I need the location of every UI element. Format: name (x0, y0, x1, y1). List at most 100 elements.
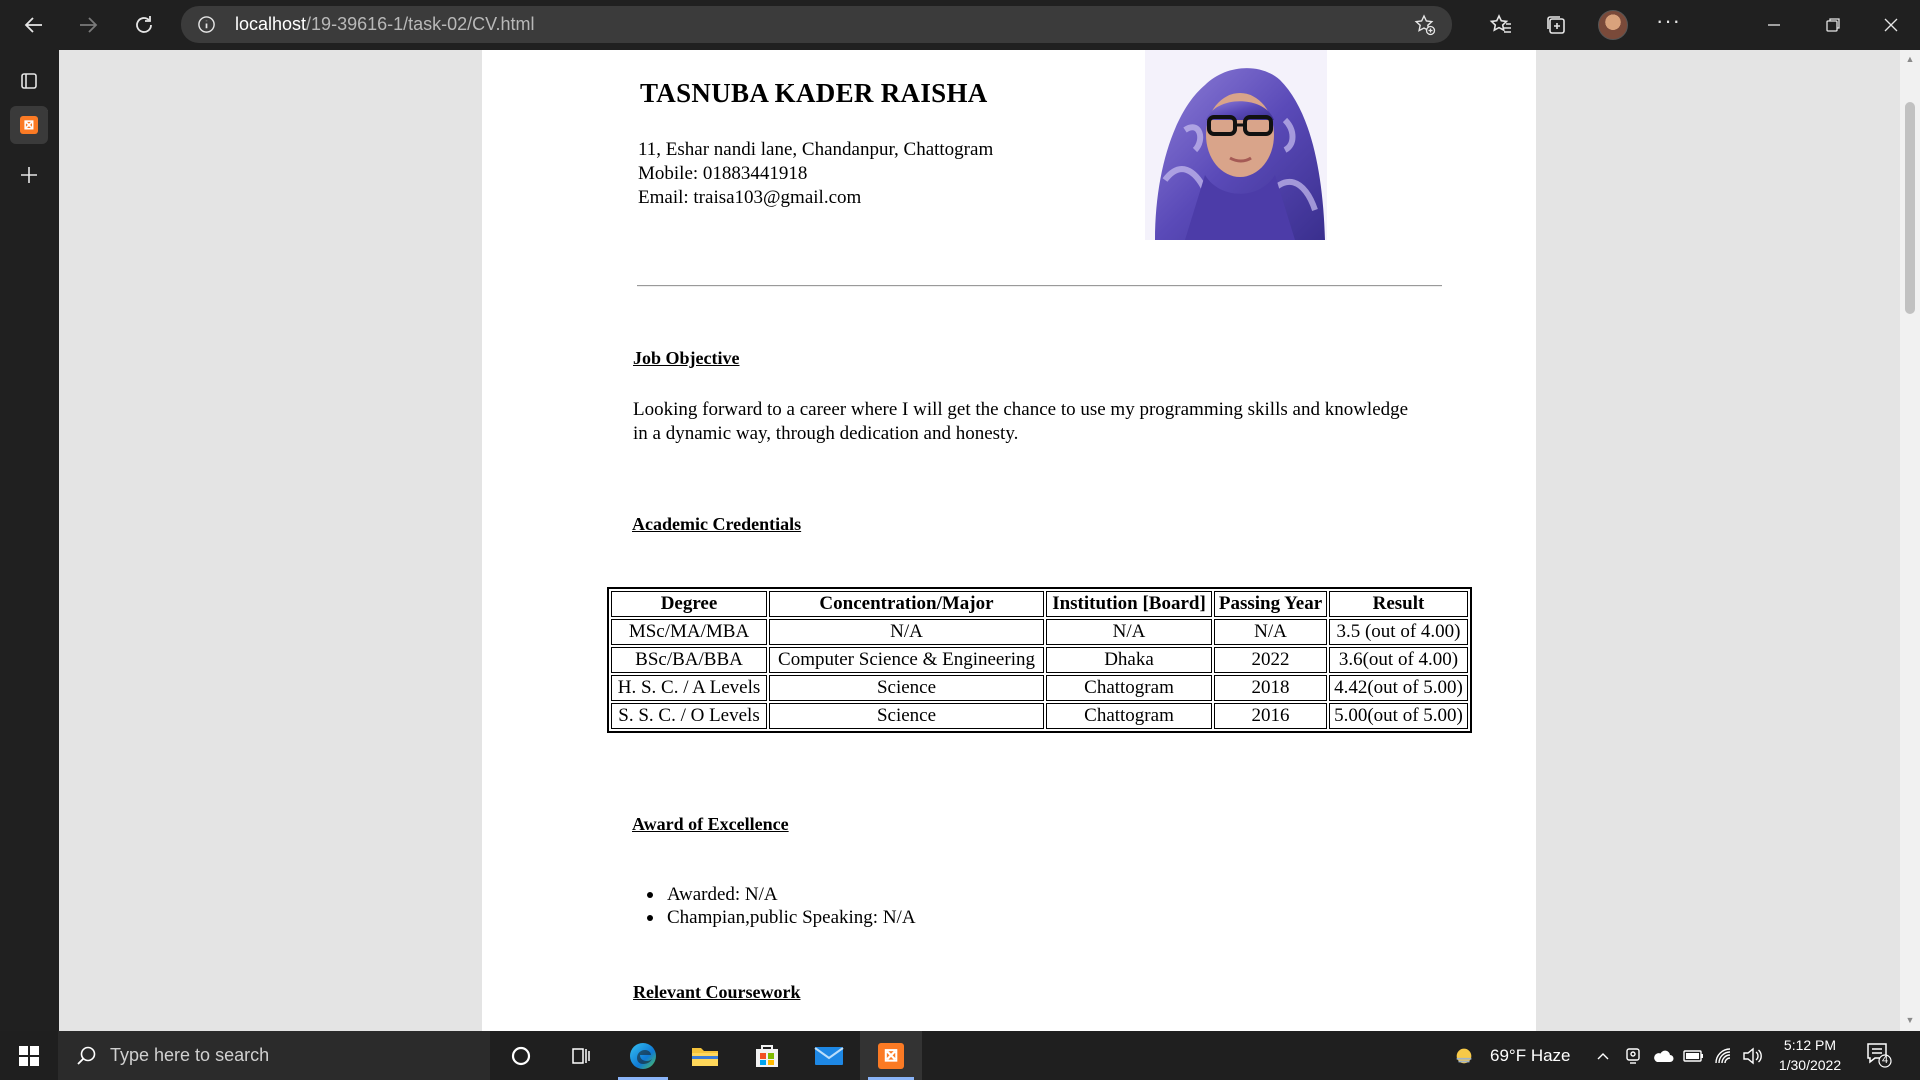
scroll-thumb[interactable] (1905, 102, 1915, 314)
mobile-text: Mobile: 01883441918 (638, 163, 808, 184)
new-tab-button[interactable] (10, 156, 48, 194)
page-viewport: TASNUBA KADER RAISHA 11, Eshar nandi lan… (59, 50, 1900, 1031)
awards-list: Awarded: N/A Champian,public Speaking: N… (634, 883, 916, 929)
back-button[interactable] (18, 9, 50, 41)
column-header: Passing Year (1214, 591, 1327, 617)
refresh-button[interactable] (128, 9, 160, 41)
tab-actions-icon (21, 73, 37, 89)
cv-document: TASNUBA KADER RAISHA 11, Eshar nandi lan… (482, 50, 1536, 1031)
mail-icon (814, 1046, 844, 1065)
restore-icon (1826, 18, 1840, 32)
windows-logo-icon (19, 1045, 39, 1066)
tab-actions-button[interactable] (10, 62, 48, 100)
taskbar-file-explorer[interactable] (674, 1031, 736, 1080)
clock-time: 5:12 PM (1783, 1037, 1837, 1053)
taskbar-store[interactable] (736, 1031, 798, 1080)
restore-button[interactable] (1810, 10, 1856, 40)
table-cell: N/A (1214, 619, 1327, 645)
edge-icon (630, 1042, 656, 1069)
settings-more-button[interactable]: ··· (1656, 8, 1681, 34)
scroll-up-arrow[interactable]: ▲ (1905, 54, 1915, 64)
chevron-up-icon[interactable] (1592, 1045, 1614, 1067)
taskbar-mail[interactable] (798, 1031, 860, 1080)
column-header: Result (1329, 591, 1468, 617)
search-icon (77, 1046, 96, 1065)
weather-text[interactable]: 69°F Haze (1490, 1046, 1571, 1066)
url-host: localhost (235, 14, 307, 34)
minimize-icon (1768, 24, 1780, 26)
tab-cv-page[interactable]: ⊠ (10, 106, 48, 144)
table-cell: Dhaka (1046, 647, 1212, 673)
forward-button[interactable] (72, 9, 104, 41)
header-divider (637, 285, 1442, 287)
table-cell: S. S. C. / O Levels (611, 703, 767, 729)
meet-now-icon[interactable] (1622, 1045, 1644, 1067)
minimize-button[interactable] (1751, 10, 1797, 40)
scroll-down-arrow[interactable]: ▼ (1905, 1015, 1915, 1025)
table-cell: 2022 (1214, 647, 1327, 673)
table-cell: Science (769, 703, 1044, 729)
battery-icon[interactable] (1683, 1045, 1705, 1067)
arrow-left-icon (24, 17, 42, 33)
table-cell: N/A (1046, 619, 1212, 645)
collections-button[interactable] (1542, 11, 1570, 39)
list-item: Awarded: N/A (634, 883, 916, 906)
column-header: Institution [Board] (1046, 591, 1212, 617)
add-favorite-icon[interactable] (1414, 14, 1436, 36)
plus-icon (21, 167, 37, 183)
table-cell: Chattogram (1046, 675, 1212, 701)
close-icon (1884, 18, 1898, 32)
table-row: BSc/BA/BBA Computer Science & Engineerin… (611, 647, 1468, 673)
taskbar-xampp[interactable]: ⊠ (860, 1031, 922, 1080)
table-cell: Chattogram (1046, 703, 1212, 729)
table-cell: Computer Science & Engineering (769, 647, 1044, 673)
table-cell: 4.42(out of 5.00) (1329, 675, 1468, 701)
weather-icon[interactable] (1453, 1045, 1475, 1067)
cortana-icon (511, 1046, 531, 1065)
address-text: 11, Eshar nandi lane, Chandanpur, Chatto… (638, 139, 994, 160)
vertical-scrollbar[interactable]: ▲ ▼ (1900, 50, 1920, 1031)
cortana-button[interactable] (490, 1031, 552, 1080)
browser-toolbar: localhost/19-39616-1/task-02/CV.html ··· (0, 0, 1920, 50)
table-row: H. S. C. / A Levels Science Chattogram 2… (611, 675, 1468, 701)
table-cell: Science (769, 675, 1044, 701)
table-cell: 2016 (1214, 703, 1327, 729)
arrow-right-icon (80, 17, 98, 33)
address-bar[interactable]: localhost/19-39616-1/task-02/CV.html (181, 6, 1452, 43)
folder-icon (692, 1047, 718, 1066)
job-objective-text: Looking forward to a career where I will… (633, 399, 1409, 444)
column-header: Concentration/Major (769, 591, 1044, 617)
awards-heading: Award of Excellence (632, 814, 789, 834)
url-text[interactable]: localhost/19-39616-1/task-02/CV.html (235, 14, 535, 35)
info-icon[interactable] (197, 15, 216, 34)
taskbar-search[interactable]: Type here to search (58, 1031, 490, 1080)
task-view-button[interactable] (550, 1031, 612, 1080)
taskbar-edge[interactable] (612, 1031, 674, 1080)
collections-icon (1547, 16, 1565, 34)
volume-icon[interactable] (1741, 1045, 1763, 1067)
table-cell: MSc/MA/MBA (611, 619, 767, 645)
wifi-icon[interactable] (1713, 1045, 1735, 1067)
email-text: Email: traisa103@gmail.com (638, 187, 862, 208)
start-button[interactable] (0, 1031, 58, 1080)
url-path: /19-39616-1/task-02/CV.html (306, 14, 535, 34)
column-header: Degree (611, 591, 767, 617)
notification-center-button[interactable]: 4 (1866, 1041, 1892, 1074)
xampp-icon: ⊠ (20, 116, 38, 134)
clock-date: 1/30/2022 (1778, 1057, 1842, 1073)
table-cell: H. S. C. / A Levels (611, 675, 767, 701)
profile-avatar[interactable] (1598, 10, 1628, 40)
table-cell: N/A (769, 619, 1044, 645)
cv-name: TASNUBA KADER RAISHA (640, 78, 988, 108)
store-icon (756, 1044, 778, 1067)
table-header-row: Degree Concentration/Major Institution [… (611, 591, 1468, 617)
favorites-button[interactable] (1487, 11, 1515, 39)
academic-table: Degree Concentration/Major Institution [… (607, 587, 1472, 733)
table-cell: 5.00(out of 5.00) (1329, 703, 1468, 729)
onedrive-icon[interactable] (1652, 1045, 1674, 1067)
list-item: Champian,public Speaking: N/A (634, 906, 916, 929)
close-button[interactable] (1868, 10, 1914, 40)
system-clock[interactable]: 5:12 PM 1/30/2022 (1766, 1035, 1854, 1075)
refresh-icon (136, 16, 152, 33)
table-cell: 3.5 (out of 4.00) (1329, 619, 1468, 645)
